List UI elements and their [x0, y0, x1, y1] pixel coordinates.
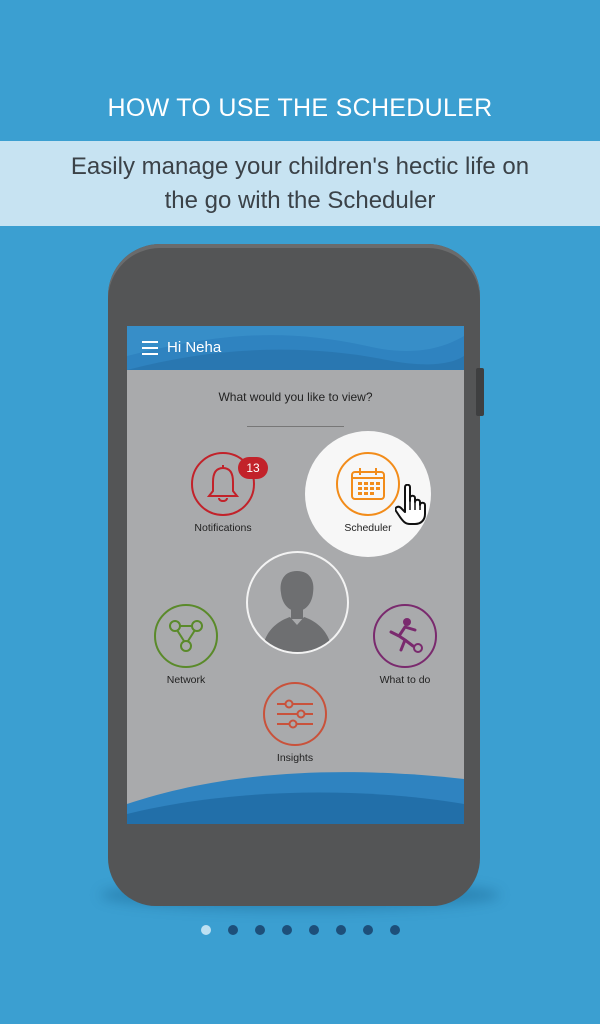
network-item[interactable]: Network — [146, 604, 226, 686]
page-dot[interactable] — [227, 925, 238, 935]
sliders-icon — [277, 699, 313, 729]
page-dot[interactable] — [335, 925, 346, 935]
soccer-player-icon — [389, 618, 423, 653]
person-silhouette-icon — [262, 571, 332, 652]
page-title: HOW TO USE THE SCHEDULER — [107, 94, 493, 122]
question-text: What would you like to view? — [218, 390, 373, 404]
page-dot[interactable] — [308, 925, 319, 935]
network-icon — [169, 620, 203, 652]
user-avatar[interactable] — [246, 551, 349, 654]
subtitle-text: Easily manage your children's hectic lif… — [70, 152, 530, 214]
page-dot[interactable] — [254, 925, 265, 935]
page-dot[interactable] — [200, 925, 211, 935]
notification-count-badge: 13 — [238, 457, 268, 479]
hamburger-menu-icon[interactable] — [142, 341, 158, 355]
network-circle — [154, 604, 218, 668]
greeting-text: Hi Neha — [167, 339, 222, 356]
subtitle-banner: Easily manage your children's hectic lif… — [0, 141, 600, 226]
bell-icon — [206, 465, 240, 502]
page-indicator — [0, 925, 600, 935]
network-label: Network — [166, 674, 206, 686]
insights-item[interactable]: Insights — [255, 682, 335, 764]
what-to-do-circle — [373, 604, 437, 668]
notifications-label: Notifications — [194, 522, 252, 534]
divider — [247, 426, 344, 427]
pointer-hand-icon — [395, 484, 426, 525]
page-dot[interactable] — [389, 925, 400, 935]
app-bar: Hi Neha — [127, 326, 464, 370]
calendar-icon — [351, 468, 385, 500]
what-to-do-label: What to do — [379, 674, 431, 686]
bottom-wave-decoration — [127, 772, 464, 824]
phone-side-button — [476, 368, 484, 416]
page-dot[interactable] — [281, 925, 292, 935]
phone-screen: Hi Neha What would you like to view? Not… — [127, 326, 464, 824]
what-to-do-item[interactable]: What to do — [365, 604, 445, 686]
insights-circle — [263, 682, 327, 746]
page-dot[interactable] — [362, 925, 373, 935]
scheduler-circle — [336, 452, 400, 516]
insights-label: Insights — [276, 752, 314, 764]
